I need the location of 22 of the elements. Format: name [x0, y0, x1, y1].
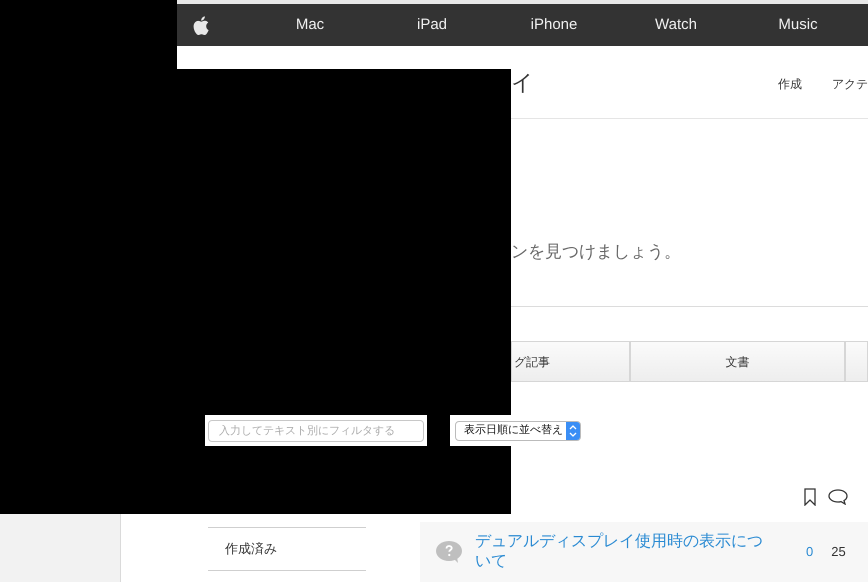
header-link[interactable]: 作成 — [778, 75, 802, 93]
sidebar-item[interactable]: 作成済み — [208, 527, 366, 571]
nav-link[interactable]: Watch — [615, 14, 737, 36]
bookmark-icon — [804, 488, 816, 506]
view-count: 25 — [831, 543, 846, 562]
apple-logo-icon[interactable] — [193, 16, 209, 34]
category-tab[interactable]: 文書 — [630, 341, 845, 382]
nav-link[interactable]: iPhone — [493, 14, 615, 36]
nav-link[interactable]: Music — [737, 14, 859, 36]
thread-row[interactable]: デュアルディスプレイ使用時の表示について 0 25 — [420, 522, 868, 582]
question-bubble-icon — [435, 540, 463, 564]
speech-bubble-icon — [828, 489, 848, 505]
hero-text: ンを見つけましょう。 — [511, 242, 681, 261]
stepper-icon — [566, 422, 580, 440]
sort-dropdown[interactable]: 表示日順に並べ替え — [455, 420, 581, 440]
filter-field[interactable]: 入力してテキスト別にフィルタする — [208, 420, 424, 442]
page-title: イ — [511, 68, 534, 96]
nav-link[interactable]: iPad — [371, 14, 493, 36]
category-tab[interactable]: グ記事 — [511, 341, 630, 382]
reply-count: 0 — [806, 543, 814, 562]
nav-link[interactable]: Mac — [249, 14, 371, 36]
header-link[interactable]: アクテ — [832, 75, 868, 93]
